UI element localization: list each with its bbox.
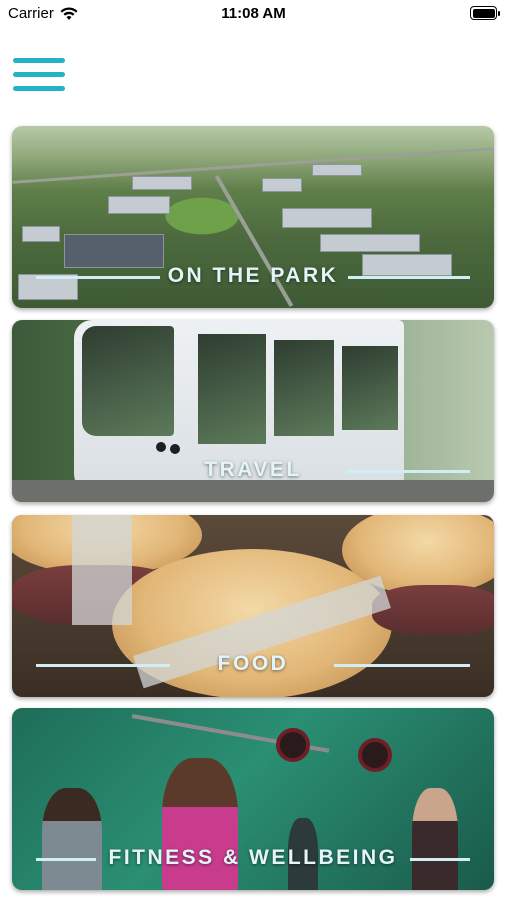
card-title: TRAVEL xyxy=(204,458,302,481)
travel-card[interactable]: TRAVEL xyxy=(12,320,494,502)
food-card[interactable]: FOOD xyxy=(12,515,494,697)
card-title: FITNESS & WELLBEING xyxy=(108,846,398,869)
status-time: 11:08 AM xyxy=(221,5,286,22)
fitness-wellbeing-card[interactable]: FITNESS & WELLBEING xyxy=(12,708,494,890)
status-bar: Carrier 11:08 AM xyxy=(0,0,507,28)
hamburger-menu-icon[interactable] xyxy=(13,58,65,96)
battery-icon xyxy=(470,6,500,20)
on-the-park-card[interactable]: ON THE PARK xyxy=(12,126,494,308)
card-title: FOOD xyxy=(217,652,289,675)
card-title: ON THE PARK xyxy=(167,264,339,287)
